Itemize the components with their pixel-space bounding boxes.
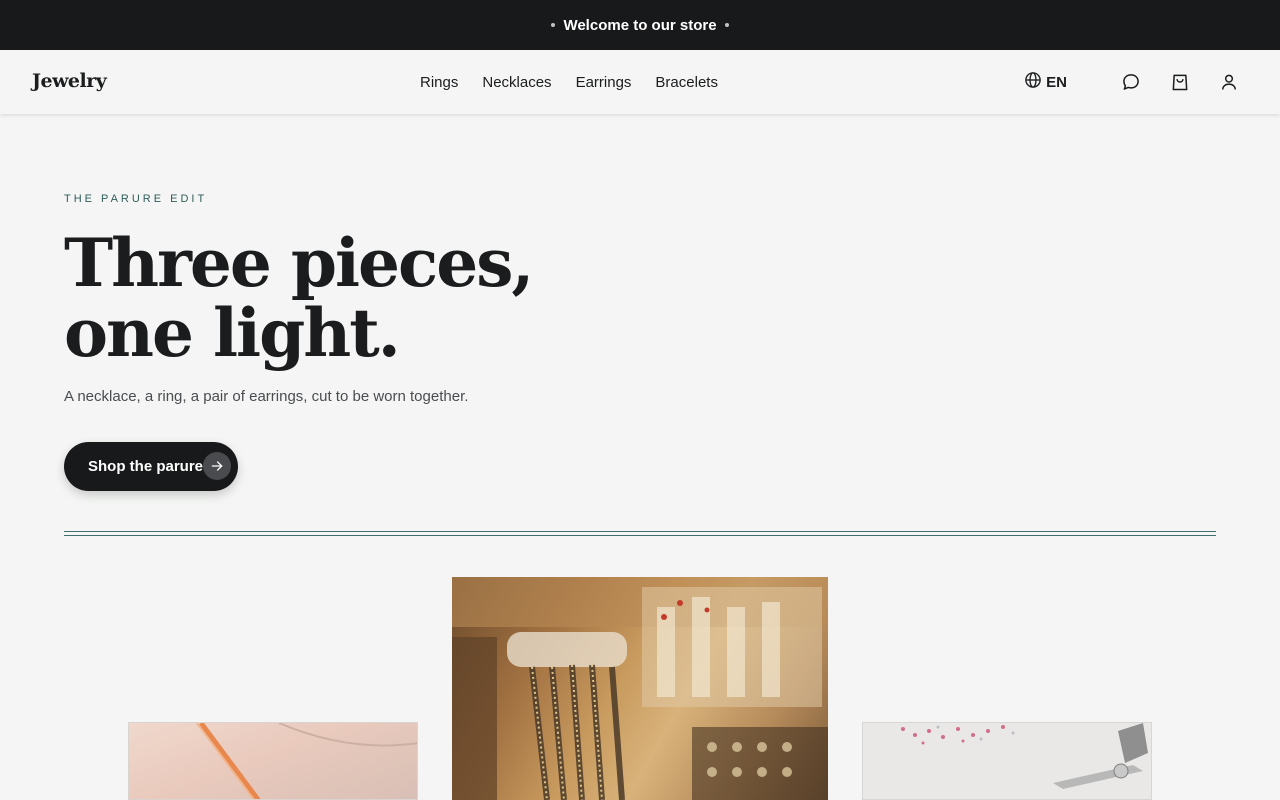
headline-line-1: Three pieces, — [64, 224, 534, 302]
hero-subtitle: A necklace, a ring, a pair of earrings, … — [64, 388, 469, 405]
bullet-dot — [724, 23, 729, 27]
bag-icon[interactable] — [1169, 71, 1191, 93]
nav-bracelets[interactable]: Bracelets — [655, 74, 718, 91]
chat-icon[interactable] — [1120, 71, 1142, 93]
language-switcher[interactable]: EN — [1024, 71, 1067, 93]
header-tools: EN — [1024, 50, 1240, 114]
nav-rings[interactable]: Rings — [420, 74, 458, 91]
main-nav: Rings Necklaces Earrings Bracelets — [420, 50, 718, 114]
headline-line-2: one light. — [64, 294, 401, 372]
site-header: Jewelry Rings Necklaces Earrings Bracele… — [0, 50, 1280, 114]
hero-eyebrow: THE PARURE EDIT — [64, 193, 208, 205]
language-label: EN — [1046, 73, 1067, 91]
nav-necklaces[interactable]: Necklaces — [482, 74, 551, 91]
hero-headline: Three pieces, one light. — [64, 228, 624, 368]
cta-label: Shop the parure — [88, 458, 204, 475]
bullet-dot — [551, 23, 556, 27]
announcement-bar: Welcome to our store — [0, 0, 1280, 50]
section-divider — [64, 531, 1216, 536]
user-icon[interactable] — [1218, 71, 1240, 93]
product-photo-center[interactable] — [452, 577, 828, 800]
announcement-text: Welcome to our store — [563, 16, 717, 34]
shop-parure-button[interactable]: Shop the parure — [64, 442, 238, 491]
globe-icon — [1024, 71, 1042, 93]
product-photo-left[interactable] — [128, 722, 418, 800]
arrow-right-icon — [203, 452, 231, 480]
logo[interactable]: Jewelry — [32, 70, 107, 92]
product-photo-right[interactable] — [862, 722, 1152, 800]
nav-earrings[interactable]: Earrings — [576, 74, 632, 91]
